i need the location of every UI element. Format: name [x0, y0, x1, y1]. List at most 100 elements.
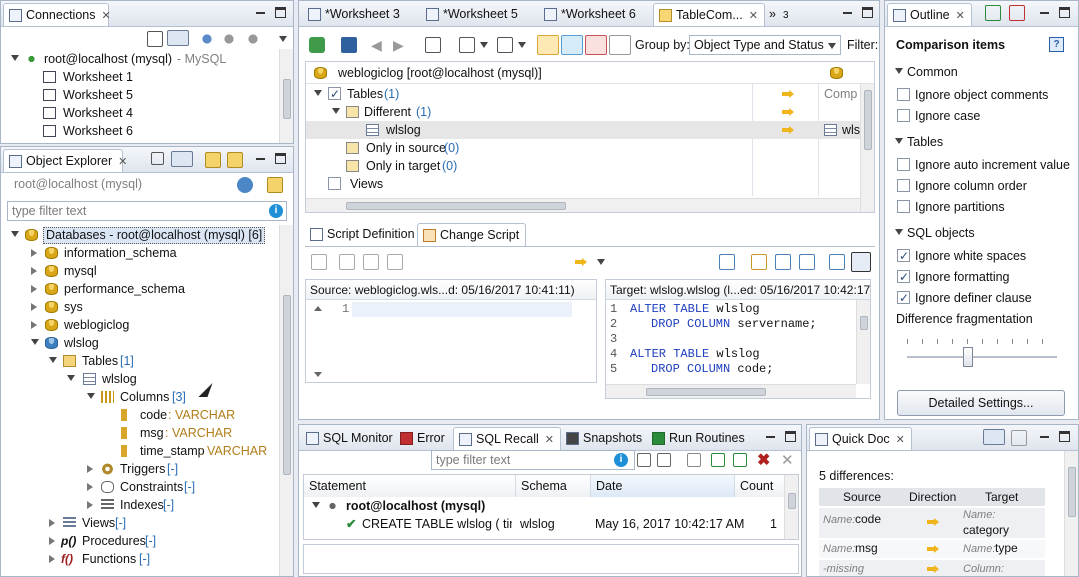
- chevron-right-icon[interactable]: [31, 303, 37, 311]
- compare-refresh-icon[interactable]: [309, 37, 325, 53]
- quickdoc-scrollbar[interactable]: [1064, 451, 1078, 576]
- views-checkbox[interactable]: [328, 177, 341, 190]
- option-checkbox[interactable]: [897, 179, 910, 192]
- maximize-icon[interactable]: [275, 7, 286, 18]
- delete-icon[interactable]: ✖: [757, 450, 770, 470]
- script-hscrollbar[interactable]: [606, 384, 856, 398]
- chevron-right-icon[interactable]: [31, 249, 37, 257]
- option-checkbox[interactable]: [897, 289, 910, 307]
- chevron-down-icon[interactable]: [279, 36, 287, 42]
- database-icon[interactable]: [227, 152, 243, 168]
- column-header[interactable]: Statement: [304, 475, 516, 497]
- export-icon[interactable]: [497, 37, 513, 53]
- direction-right-icon[interactable]: [537, 35, 559, 55]
- tab-run-routines[interactable]: Run Routines: [647, 427, 751, 450]
- recall-refresh-icon[interactable]: [733, 453, 747, 467]
- expand-icon[interactable]: [637, 453, 651, 467]
- tab-worksheet-6[interactable]: *Worksheet 6: [539, 3, 642, 26]
- filter-icon[interactable]: [711, 453, 725, 467]
- minimize-icon[interactable]: [842, 7, 853, 18]
- group-by-select[interactable]: Object Type and Status: [689, 35, 841, 55]
- column-header[interactable]: Count: [735, 475, 785, 497]
- tab-object-explorer[interactable]: Object Explorer ✕: [3, 149, 127, 172]
- link-editor-icon[interactable]: [167, 30, 189, 46]
- chevron-down-icon[interactable]: [332, 108, 340, 114]
- script-tool-5-icon[interactable]: [719, 254, 735, 270]
- connections-scrollbar[interactable]: [279, 49, 293, 143]
- link-editor-icon[interactable]: [171, 151, 193, 167]
- close-icon[interactable]: ✕: [956, 10, 965, 22]
- scroll-thumb[interactable]: [346, 202, 566, 210]
- option-checkbox[interactable]: [897, 200, 910, 213]
- explorer-filter-input[interactable]: type filter text: [7, 201, 287, 221]
- maximize-icon[interactable]: [785, 431, 796, 442]
- copy-icon[interactable]: [687, 453, 701, 467]
- slider-thumb[interactable]: [963, 347, 973, 367]
- tab-table-compare[interactable]: TableCom... ✕: [653, 3, 765, 26]
- compare-row-item[interactable]: wlslog wls: [306, 121, 862, 139]
- scroll-thumb[interactable]: [646, 388, 766, 396]
- explorer-scrollbar[interactable]: [279, 225, 293, 576]
- chevron-down-icon[interactable]: [518, 42, 526, 48]
- option-checkbox[interactable]: [897, 268, 910, 286]
- script-tool-9-icon[interactable]: [829, 254, 845, 270]
- script-tool-10-icon[interactable]: [851, 252, 871, 272]
- tab-snapshots[interactable]: Snapshots: [561, 427, 648, 450]
- chevron-right-icon[interactable]: [31, 267, 37, 275]
- recall-filter-input[interactable]: type filter text: [431, 450, 635, 470]
- close-icon[interactable]: ✕: [102, 10, 111, 22]
- close-icon[interactable]: ✕: [118, 156, 127, 168]
- tab-outline[interactable]: Outline ✕: [887, 3, 972, 26]
- scroll-thumb[interactable]: [1068, 467, 1076, 517]
- collapse-all-icon[interactable]: [151, 152, 164, 165]
- option-checkbox[interactable]: [897, 247, 910, 265]
- scroll-thumb[interactable]: [860, 316, 868, 330]
- tab-script-definition[interactable]: Script Definition: [305, 223, 421, 246]
- direction-icon[interactable]: [575, 258, 587, 266]
- script-tool-7-icon[interactable]: [775, 254, 791, 270]
- tab-quick-doc[interactable]: Quick Doc ✕: [809, 427, 912, 450]
- chevron-down-icon[interactable]: [67, 375, 75, 381]
- link-editor-icon[interactable]: [983, 429, 1005, 445]
- chevron-right-icon[interactable]: [49, 519, 55, 527]
- script-vscrollbar[interactable]: [856, 300, 870, 384]
- connect-icon[interactable]: [221, 31, 237, 47]
- chevron-right-icon[interactable]: [31, 321, 37, 329]
- script-tool-2-icon[interactable]: [339, 254, 355, 270]
- maximize-icon[interactable]: [862, 7, 873, 18]
- close-icon[interactable]: ✕: [896, 434, 905, 446]
- tab-worksheet-3[interactable]: *Worksheet 3: [303, 3, 406, 26]
- refresh-icon[interactable]: [237, 177, 253, 193]
- tab-error[interactable]: Error: [395, 427, 451, 450]
- chevron-right-icon[interactable]: [87, 483, 93, 491]
- detailed-settings-button[interactable]: Detailed Settings...: [897, 390, 1065, 416]
- option-checkbox[interactable]: [897, 109, 910, 122]
- compare-hscrollbar[interactable]: [306, 198, 860, 212]
- tab-sql-monitor[interactable]: SQL Monitor: [301, 427, 399, 450]
- chevron-down-icon[interactable]: [11, 55, 19, 61]
- column-header[interactable]: Date: [591, 475, 735, 497]
- chevron-down-icon[interactable]: [49, 357, 57, 363]
- scroll-thumb[interactable]: [788, 493, 796, 509]
- help-icon[interactable]: ?: [1049, 37, 1064, 52]
- disconnect-icon[interactable]: [245, 31, 261, 47]
- script-tool-6-icon[interactable]: [751, 254, 767, 270]
- chevron-right-icon[interactable]: [49, 537, 55, 545]
- minimize-icon[interactable]: [765, 431, 776, 442]
- tab-change-script[interactable]: Change Script: [417, 223, 527, 246]
- script-icon[interactable]: [425, 37, 441, 53]
- tab-overflow[interactable]: » 3: [765, 3, 795, 26]
- tab-worksheet-5[interactable]: *Worksheet 5: [421, 3, 524, 26]
- scroll-thumb[interactable]: [283, 295, 291, 475]
- chevron-down-icon[interactable]: [87, 393, 95, 399]
- chevron-down-icon[interactable]: [312, 502, 320, 508]
- maximize-icon[interactable]: [275, 153, 286, 164]
- compare-vscrollbar[interactable]: [860, 84, 874, 212]
- scroll-thumb[interactable]: [864, 90, 872, 150]
- undo-icon[interactable]: ◀: [371, 37, 387, 53]
- sync-icon[interactable]: [459, 37, 475, 53]
- column-header[interactable]: Schema: [516, 475, 591, 497]
- close-icon[interactable]: ✕: [749, 10, 758, 22]
- doc-tool-icon[interactable]: [1011, 430, 1027, 446]
- collapse-all-icon[interactable]: [147, 31, 163, 47]
